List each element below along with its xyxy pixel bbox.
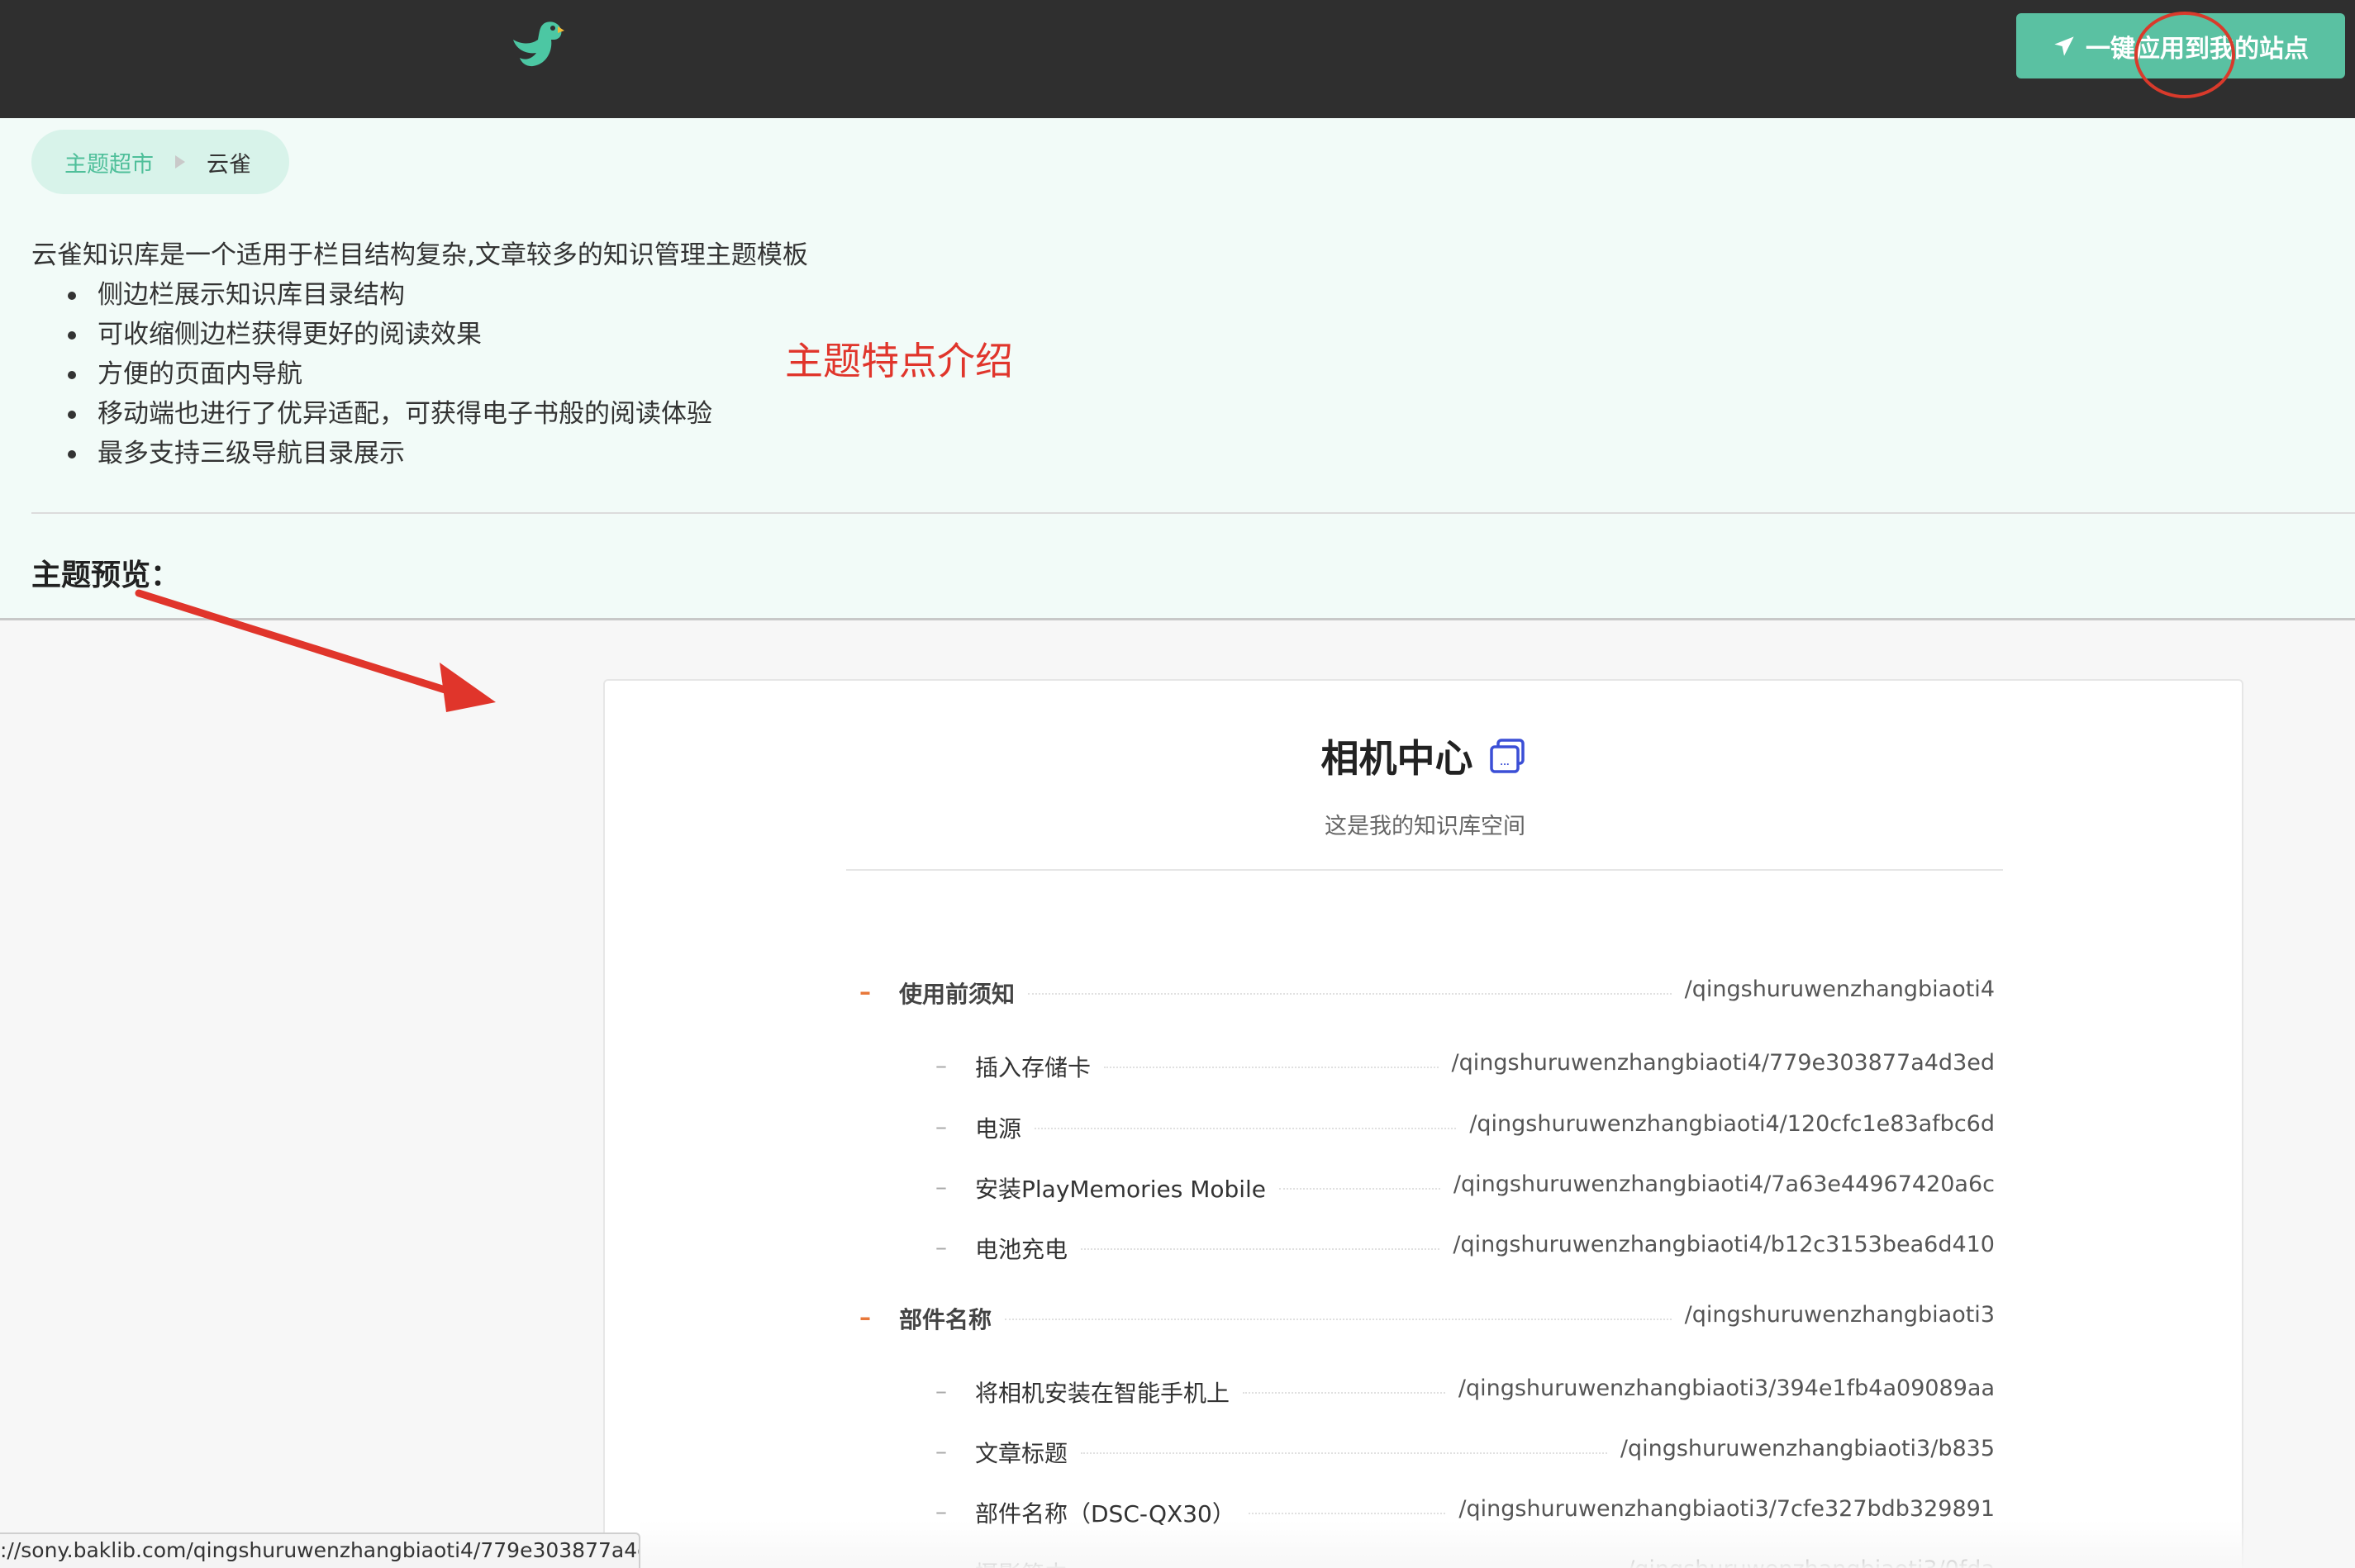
toc-article-item[interactable]: – 电源/qingshuruwenzhangbiaoti4/120cfc1e83a… xyxy=(605,1109,2245,1143)
toc-item-label[interactable]: 使用前须知 xyxy=(899,976,1015,1010)
feature-item: 方便的页面内导航 xyxy=(66,354,712,394)
theme-description: 云雀知识库是一个适用于栏目结构复杂,文章较多的知识管理主题模板 xyxy=(31,240,808,270)
toc-item-path: /qingshuruwenzhangbiaoti3/394e1fb4a09089… xyxy=(1458,1376,1995,1401)
collapse-dash-icon[interactable]: – xyxy=(859,1304,871,1331)
parrot-logo-icon[interactable] xyxy=(508,15,566,73)
theme-preview-card: 相机中心 ... 这是我的知识库空间 – 使用前须知/qingshuruwenzh… xyxy=(603,679,2243,1568)
feature-item: 可收缩侧边栏获得更好的阅读效果 xyxy=(66,315,712,354)
toc-section-item[interactable]: – 部件名称/qingshuruwenzhangbiaoti3 xyxy=(605,1300,2245,1333)
toc-dotted-leader xyxy=(1035,1128,1456,1129)
toc-item-label[interactable]: 电源 xyxy=(975,1111,1021,1144)
collapse-dash-icon: – xyxy=(935,1113,947,1140)
send-icon xyxy=(2054,36,2074,56)
toc-dotted-leader xyxy=(1081,1248,1439,1250)
toc-article-item[interactable]: – 文章标题/qingshuruwenzhangbiaoti3/b835 xyxy=(605,1434,2245,1467)
annotation-circle xyxy=(2134,12,2235,98)
toc-item-path: /qingshuruwenzhangbiaoti4/120cfc1e83afbc… xyxy=(1469,1111,1995,1137)
breadcrumb-current: 云雀 xyxy=(207,151,251,178)
status-bar-url: ://sony.baklib.com/qingshuruwenzhangbiao… xyxy=(0,1532,640,1568)
toc-item-path: /qingshuruwenzhangbiaoti3/b835 xyxy=(1620,1436,1995,1461)
toc-item-label[interactable]: 插入存储卡 xyxy=(975,1050,1091,1083)
toc-item-path: /qingshuruwenzhangbiaoti3/7cfe327bdb3298… xyxy=(1458,1496,1995,1522)
toc-article-item[interactable]: – 将相机安装在智能手机上/qingshuruwenzhangbiaoti3/39… xyxy=(605,1374,2245,1407)
collapse-dash-icon: – xyxy=(935,1377,947,1404)
annotation-label: 主题特点介绍 xyxy=(785,339,1013,383)
toc-article-item[interactable]: – 电池充电/qingshuruwenzhangbiaoti4/b12c3153b… xyxy=(605,1230,2245,1263)
toc-item-label[interactable]: 电池充电 xyxy=(975,1232,1068,1265)
toc-dotted-leader xyxy=(1279,1188,1440,1190)
table-of-contents: – 使用前须知/qingshuruwenzhangbiaoti4 – 插入存储卡/qi… xyxy=(605,681,2245,1568)
collapse-dash-icon: – xyxy=(935,1437,947,1465)
collapse-dash-icon[interactable]: – xyxy=(859,978,871,1005)
toc-section-item[interactable]: – 使用前须知/qingshuruwenzhangbiaoti4 xyxy=(605,975,2245,1008)
collapse-dash-icon: – xyxy=(935,1173,947,1200)
breadcrumb-separator-icon xyxy=(175,155,185,169)
toc-item-path: /qingshuruwenzhangbiaoti4/7a63e44967420a… xyxy=(1453,1171,1995,1197)
toc-item-label[interactable]: 部件名称 xyxy=(899,1302,992,1335)
collapse-dash-icon: – xyxy=(935,1233,947,1261)
toc-item-label[interactable]: 将相机安装在智能手机上 xyxy=(975,1376,1230,1409)
collapse-dash-icon: – xyxy=(935,1052,947,1079)
toc-article-item[interactable]: – 安装PlayMemories Mobile/qingshuruwenzhang… xyxy=(605,1170,2245,1203)
toc-article-item[interactable]: – 插入存储卡/qingshuruwenzhangbiaoti4/779e3038… xyxy=(605,1048,2245,1081)
toc-dotted-leader xyxy=(1243,1392,1445,1394)
toc-dotted-leader xyxy=(1081,1452,1607,1454)
toc-item-label[interactable]: 安装PlayMemories Mobile xyxy=(975,1171,1266,1205)
toc-item-path: /qingshuruwenzhangbiaoti3 xyxy=(1684,1302,1995,1328)
toc-item-path: /qingshuruwenzhangbiaoti4/b12c3153bea6d4… xyxy=(1453,1232,1995,1257)
feature-item: 移动端也进行了优异适配，可获得电子书般的阅读体验 xyxy=(66,394,712,434)
breadcrumb: 主题超市 云雀 xyxy=(31,130,289,194)
toc-dotted-leader xyxy=(1249,1513,1445,1514)
breadcrumb-theme-market-link[interactable]: 主题超市 xyxy=(64,146,154,178)
toc-dotted-leader xyxy=(1028,993,1672,995)
feature-item: 侧边栏展示知识库目录结构 xyxy=(66,275,712,315)
feature-item: 最多支持三级导航目录展示 xyxy=(66,434,712,473)
toc-dotted-leader xyxy=(1104,1067,1439,1068)
theme-info-panel: 主题超市 云雀 云雀知识库是一个适用于栏目结构复杂,文章较多的知识管理主题模板 … xyxy=(0,118,2355,620)
toc-item-path: /qingshuruwenzhangbiaoti4/779e303877a4d3… xyxy=(1451,1050,1995,1076)
toc-item-label[interactable]: 文章标题 xyxy=(975,1436,1068,1469)
toc-item-path: /qingshuruwenzhangbiaoti4 xyxy=(1684,976,1995,1002)
preview-heading: 主题预览： xyxy=(31,558,181,592)
top-bar: 一键应用到我的站点 xyxy=(0,0,2355,118)
bottom-fade xyxy=(640,1520,2355,1568)
toc-dotted-leader xyxy=(1005,1319,1672,1320)
feature-list: 侧边栏展示知识库目录结构 可收缩侧边栏获得更好的阅读效果 方便的页面内导航 移动… xyxy=(66,275,712,473)
section-divider xyxy=(31,512,2355,514)
